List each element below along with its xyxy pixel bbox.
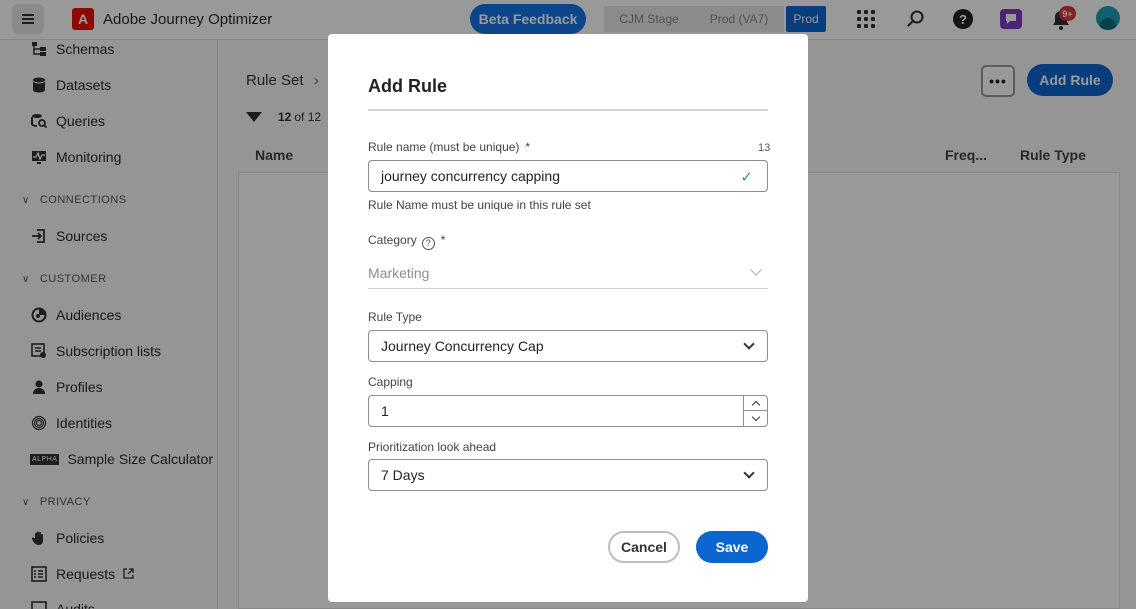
rule-name-value: journey concurrency capping: [381, 168, 560, 184]
required-marker: *: [440, 233, 446, 247]
lookahead-value: 7 Days: [381, 467, 425, 483]
dialog-divider: [368, 109, 768, 111]
rule-name-help-text: Rule Name must be unique in this rule se…: [368, 198, 591, 212]
category-label: Category? *: [368, 233, 446, 250]
category-value: Marketing: [368, 264, 430, 281]
lookahead-label: Prioritization look ahead: [368, 440, 497, 454]
cancel-button[interactable]: Cancel: [608, 531, 680, 563]
chevron-up-icon: [751, 400, 761, 409]
required-marker: *: [525, 140, 531, 154]
chevron-down-icon: [743, 467, 755, 479]
help-circle-icon[interactable]: ?: [421, 236, 435, 250]
lookahead-select[interactable]: 7 Days: [368, 459, 768, 491]
add-rule-dialog: Add Rule Rule name (must be unique) * 13 …: [328, 34, 808, 602]
rule-type-label: Rule Type: [368, 310, 422, 324]
rule-name-label: Rule name (must be unique) *: [368, 140, 531, 154]
rule-name-input[interactable]: journey concurrency capping ✓: [368, 160, 768, 192]
rule-type-value: Journey Concurrency Cap: [381, 338, 544, 354]
stepper-decrement-button[interactable]: [744, 411, 768, 426]
capping-label: Capping: [368, 375, 413, 389]
stepper-increment-button[interactable]: [744, 396, 768, 411]
rule-name-char-count: 13: [758, 142, 771, 154]
capping-number-field[interactable]: 1: [368, 395, 768, 427]
save-button[interactable]: Save: [696, 531, 768, 563]
chevron-down-icon: [751, 412, 761, 422]
dialog-title: Add Rule: [368, 76, 447, 96]
category-picker[interactable]: Marketing: [368, 257, 768, 289]
rule-type-select[interactable]: Journey Concurrency Cap: [368, 330, 768, 362]
capping-stepper: [743, 396, 768, 426]
checkmark-icon: ✓: [740, 169, 753, 186]
capping-value: 1: [381, 403, 389, 419]
chevron-down-icon: [750, 264, 762, 276]
chevron-down-icon: [743, 338, 755, 350]
